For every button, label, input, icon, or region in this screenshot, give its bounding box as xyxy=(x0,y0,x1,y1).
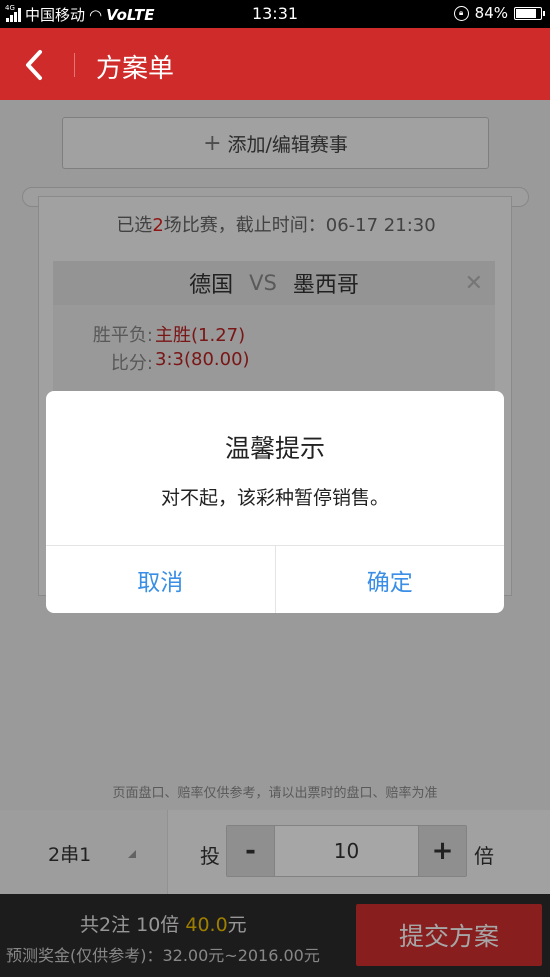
back-button[interactable] xyxy=(18,48,58,82)
battery-percent: 84% xyxy=(474,4,508,22)
dialog-message: 对不起，该彩种暂停销售。 xyxy=(160,487,389,509)
app-header: 方案单 xyxy=(0,28,550,100)
page-title: 方案单 xyxy=(96,54,175,84)
confirm-button[interactable]: 确定 xyxy=(274,546,505,613)
rotation-lock-icon: 🔒︎ xyxy=(453,5,469,21)
battery-icon xyxy=(514,6,545,20)
status-bar: 4G 中国移动 ◠ VoLTE 13:31 🔒︎ 84% xyxy=(0,0,550,28)
cancel-button[interactable]: 取消 xyxy=(46,546,275,613)
dialog-buttons: 取消 确定 xyxy=(46,545,504,613)
header-divider xyxy=(74,53,75,77)
alert-dialog: 温馨提示 对不起，该彩种暂停销售。 取消 确定 xyxy=(46,391,504,613)
back-arrow-icon xyxy=(26,50,42,80)
dialog-title: 温馨提示 xyxy=(224,434,325,463)
